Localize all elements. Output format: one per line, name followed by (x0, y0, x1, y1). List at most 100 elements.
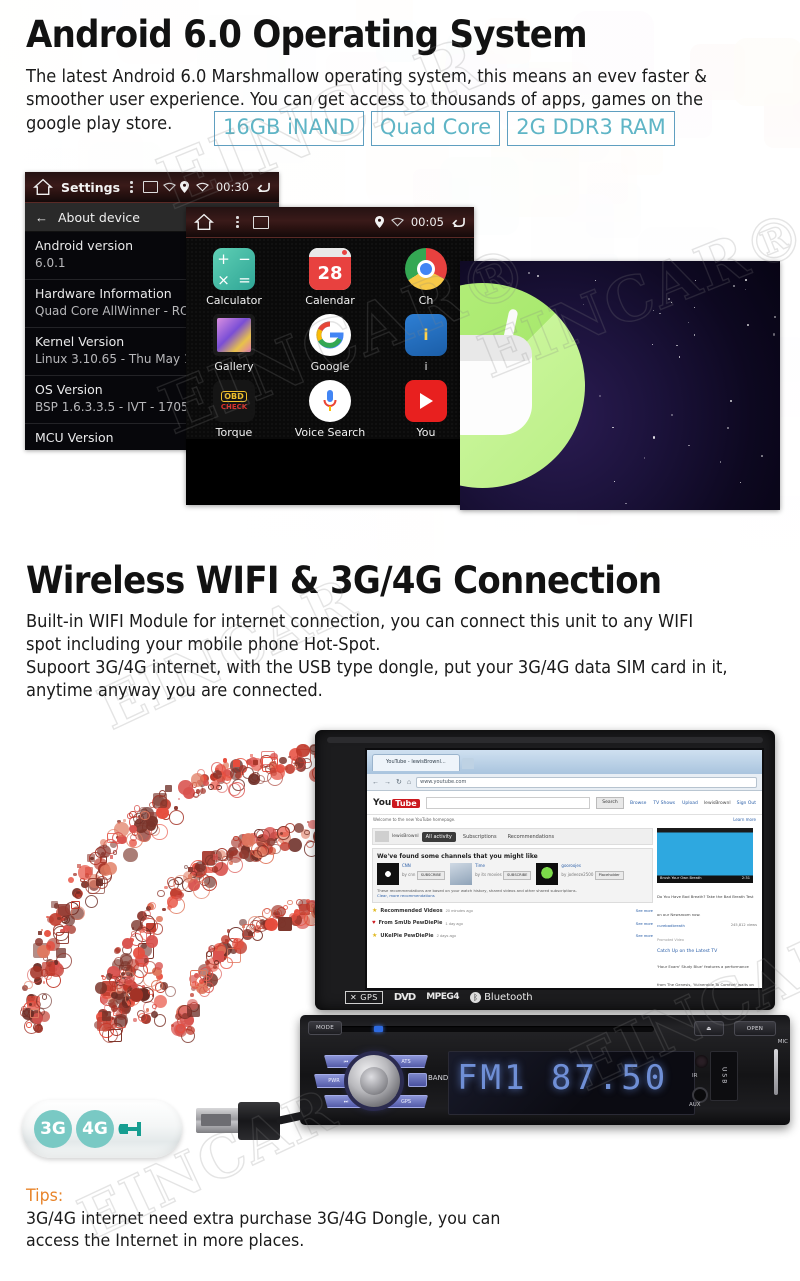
ir-receiver (695, 1055, 708, 1068)
list-item[interactable]: CNN by cnn SUBSCRIBE (377, 863, 446, 885)
bluetooth-logo: ᛒ Bluetooth (470, 991, 533, 1003)
open-button[interactable]: OPEN (734, 1021, 776, 1036)
aux-jack[interactable] (692, 1087, 708, 1103)
location-pin-icon (374, 216, 384, 228)
mic-label: MIC (777, 1039, 788, 1045)
section2-body-line2: Supoort 3G/4G internet, with the USB typ… (26, 658, 728, 702)
home-icon[interactable] (33, 178, 53, 196)
section-header-pewdiepie: ♥ From SmUb PewDiePie 1 day ago See more (372, 920, 653, 926)
microphone-icon (309, 380, 351, 422)
wifi-icon (162, 182, 176, 192)
subscribe-button[interactable]: Placeholder (594, 871, 624, 881)
app-label: Ch (418, 294, 434, 307)
link-browse[interactable]: Browse (630, 801, 646, 806)
youtube-activity-tabs: lewisBrownl All activity Subscriptions R… (372, 828, 653, 845)
eject-button[interactable]: ⏏ (694, 1021, 724, 1036)
sign-out-link[interactable]: Sign Out (737, 801, 756, 806)
screenshot-icon (142, 181, 158, 193)
section-header-ukelpie: ★ UKelPie PewDiePie 2 days ago See more (372, 932, 653, 940)
app-label: You (416, 426, 436, 439)
section2-title: Wireless WIFI & 3G/4G Connection (26, 559, 662, 602)
featured-channel[interactable]: curebadbreath (657, 923, 685, 928)
android-launcher-screenshot: 00:05 + − × = Calculator 28 Calendar Ch … (186, 207, 474, 505)
learn-more-link[interactable]: Learn more (733, 817, 756, 822)
panel-title: We've found some channels that you might… (377, 853, 538, 860)
gps-logo: ✕ GPS (345, 990, 383, 1004)
panel-clear-link[interactable]: Clear, more recommendations (377, 893, 648, 898)
mpeg4-logo: MPEG4 (426, 992, 460, 1002)
microphone-antenna (774, 1049, 778, 1095)
mode-button[interactable]: MODE (308, 1021, 342, 1035)
home-icon[interactable]: ⌂ (407, 779, 411, 786)
browser-tab[interactable]: YouTube - lewisBrownl... (372, 754, 460, 771)
app-label: Google (310, 360, 350, 373)
app-gallery[interactable]: Gallery (186, 314, 282, 373)
badge-storage: 16GB iNAND (214, 111, 364, 146)
app-torque[interactable]: OBD CHECK Torque (186, 380, 282, 439)
overflow-menu-icon[interactable] (130, 181, 133, 193)
home-icon[interactable] (194, 213, 214, 231)
youtube-search-button[interactable]: Search (596, 797, 624, 809)
channel-name[interactable]: gooroojes (561, 863, 581, 868)
channel-avatar (536, 863, 559, 885)
back-arrow-icon[interactable]: ← (35, 210, 48, 225)
plug-icon (118, 1118, 144, 1140)
app-voice-search[interactable]: Voice Search (282, 380, 378, 439)
section2-body-line1: Built-in WIFI Module for internet connec… (26, 612, 694, 656)
browser-tab-title: YouTube - lewisBrownl... (386, 759, 446, 765)
subscribe-button[interactable]: SUBSCRIBE (416, 871, 446, 881)
section1-title: Android 6.0 Operating System (26, 13, 588, 56)
see-more-link[interactable]: See more (636, 933, 653, 938)
featured-description: Do You Have Bad Breath? Take the Bad Bre… (657, 894, 754, 917)
youtube-search-input[interactable] (425, 797, 590, 809)
reload-icon[interactable]: ↻ (396, 778, 402, 786)
list-item[interactable]: Time by its movies SUBSCRIBE (450, 863, 532, 885)
marshmallow-cap (460, 335, 532, 361)
screenshot-icon (252, 215, 269, 229)
wifi-icon (390, 217, 404, 227)
youtube-main-column: lewisBrownl All activity Subscriptions R… (372, 828, 653, 988)
app-google[interactable]: Google (282, 314, 378, 373)
address-bar[interactable]: www.youtube.com (416, 776, 757, 788)
spec-badge-group: 16GB iNAND Quad Core 2G DDR3 RAM (214, 111, 675, 146)
tab-all-activity[interactable]: All activity (421, 831, 456, 842)
volume-knob[interactable] (348, 1055, 400, 1107)
forward-icon[interactable]: → (384, 779, 391, 786)
usb-connector-icon (196, 1096, 307, 1146)
account-name[interactable]: lewisBrownl (704, 801, 731, 806)
tab-subscriptions[interactable]: Subscriptions (459, 832, 501, 842)
feature-logos-row: ✕ GPS DVD MPEG4 ᛒ Bluetooth (345, 986, 775, 1008)
band-indicator[interactable] (408, 1073, 427, 1087)
overflow-menu-icon[interactable] (236, 216, 239, 228)
new-tab-button[interactable] (462, 758, 474, 769)
link-upload[interactable]: Upload (682, 801, 698, 806)
featured-video-thumbnail[interactable]: Brush Your Own Breath 2:31 (657, 828, 753, 883)
see-more-link[interactable]: See more (636, 921, 653, 926)
app-label: i (424, 360, 428, 373)
app-calendar[interactable]: 28 Calendar (282, 248, 378, 307)
channel-name[interactable]: CNN (402, 863, 411, 868)
app-calculator[interactable]: + − × = Calculator (186, 248, 282, 307)
subscribe-button[interactable]: SUBSCRIBE (503, 871, 532, 881)
youtube-logo[interactable]: You Tube (373, 798, 420, 808)
channel-avatar (450, 863, 473, 885)
back-icon[interactable] (451, 216, 466, 228)
back-icon[interactable] (256, 181, 271, 193)
tab-account-name: lewisBrownl (392, 834, 419, 839)
see-more-link[interactable]: See more (636, 908, 653, 913)
usb-port[interactable]: USB (710, 1051, 738, 1101)
channel-meta: by cnn (402, 872, 416, 877)
sidebar-link-catch-up[interactable]: Catch Up on the Latest TV (657, 949, 757, 954)
section-meta: 2 days ago (436, 933, 457, 938)
heart-icon: ♥ (372, 920, 376, 926)
tab-recommendations[interactable]: Recommendations (504, 832, 559, 842)
channel-name[interactable]: Time (475, 863, 485, 868)
youtube-body: lewisBrownl All activity Subscriptions R… (367, 824, 762, 988)
back-icon[interactable]: ← (372, 779, 379, 786)
launcher-status-bar: 00:05 (186, 207, 474, 238)
youtube-logo-you: You (373, 798, 392, 808)
promoted-label: Promoted Video (657, 938, 684, 942)
list-item[interactable]: gooroojes by jodeeze2500 Placeholder (536, 863, 624, 885)
link-tv-shows[interactable]: TV Shows (653, 801, 675, 806)
lcd-text: FM1 87.50 (457, 1058, 669, 1098)
